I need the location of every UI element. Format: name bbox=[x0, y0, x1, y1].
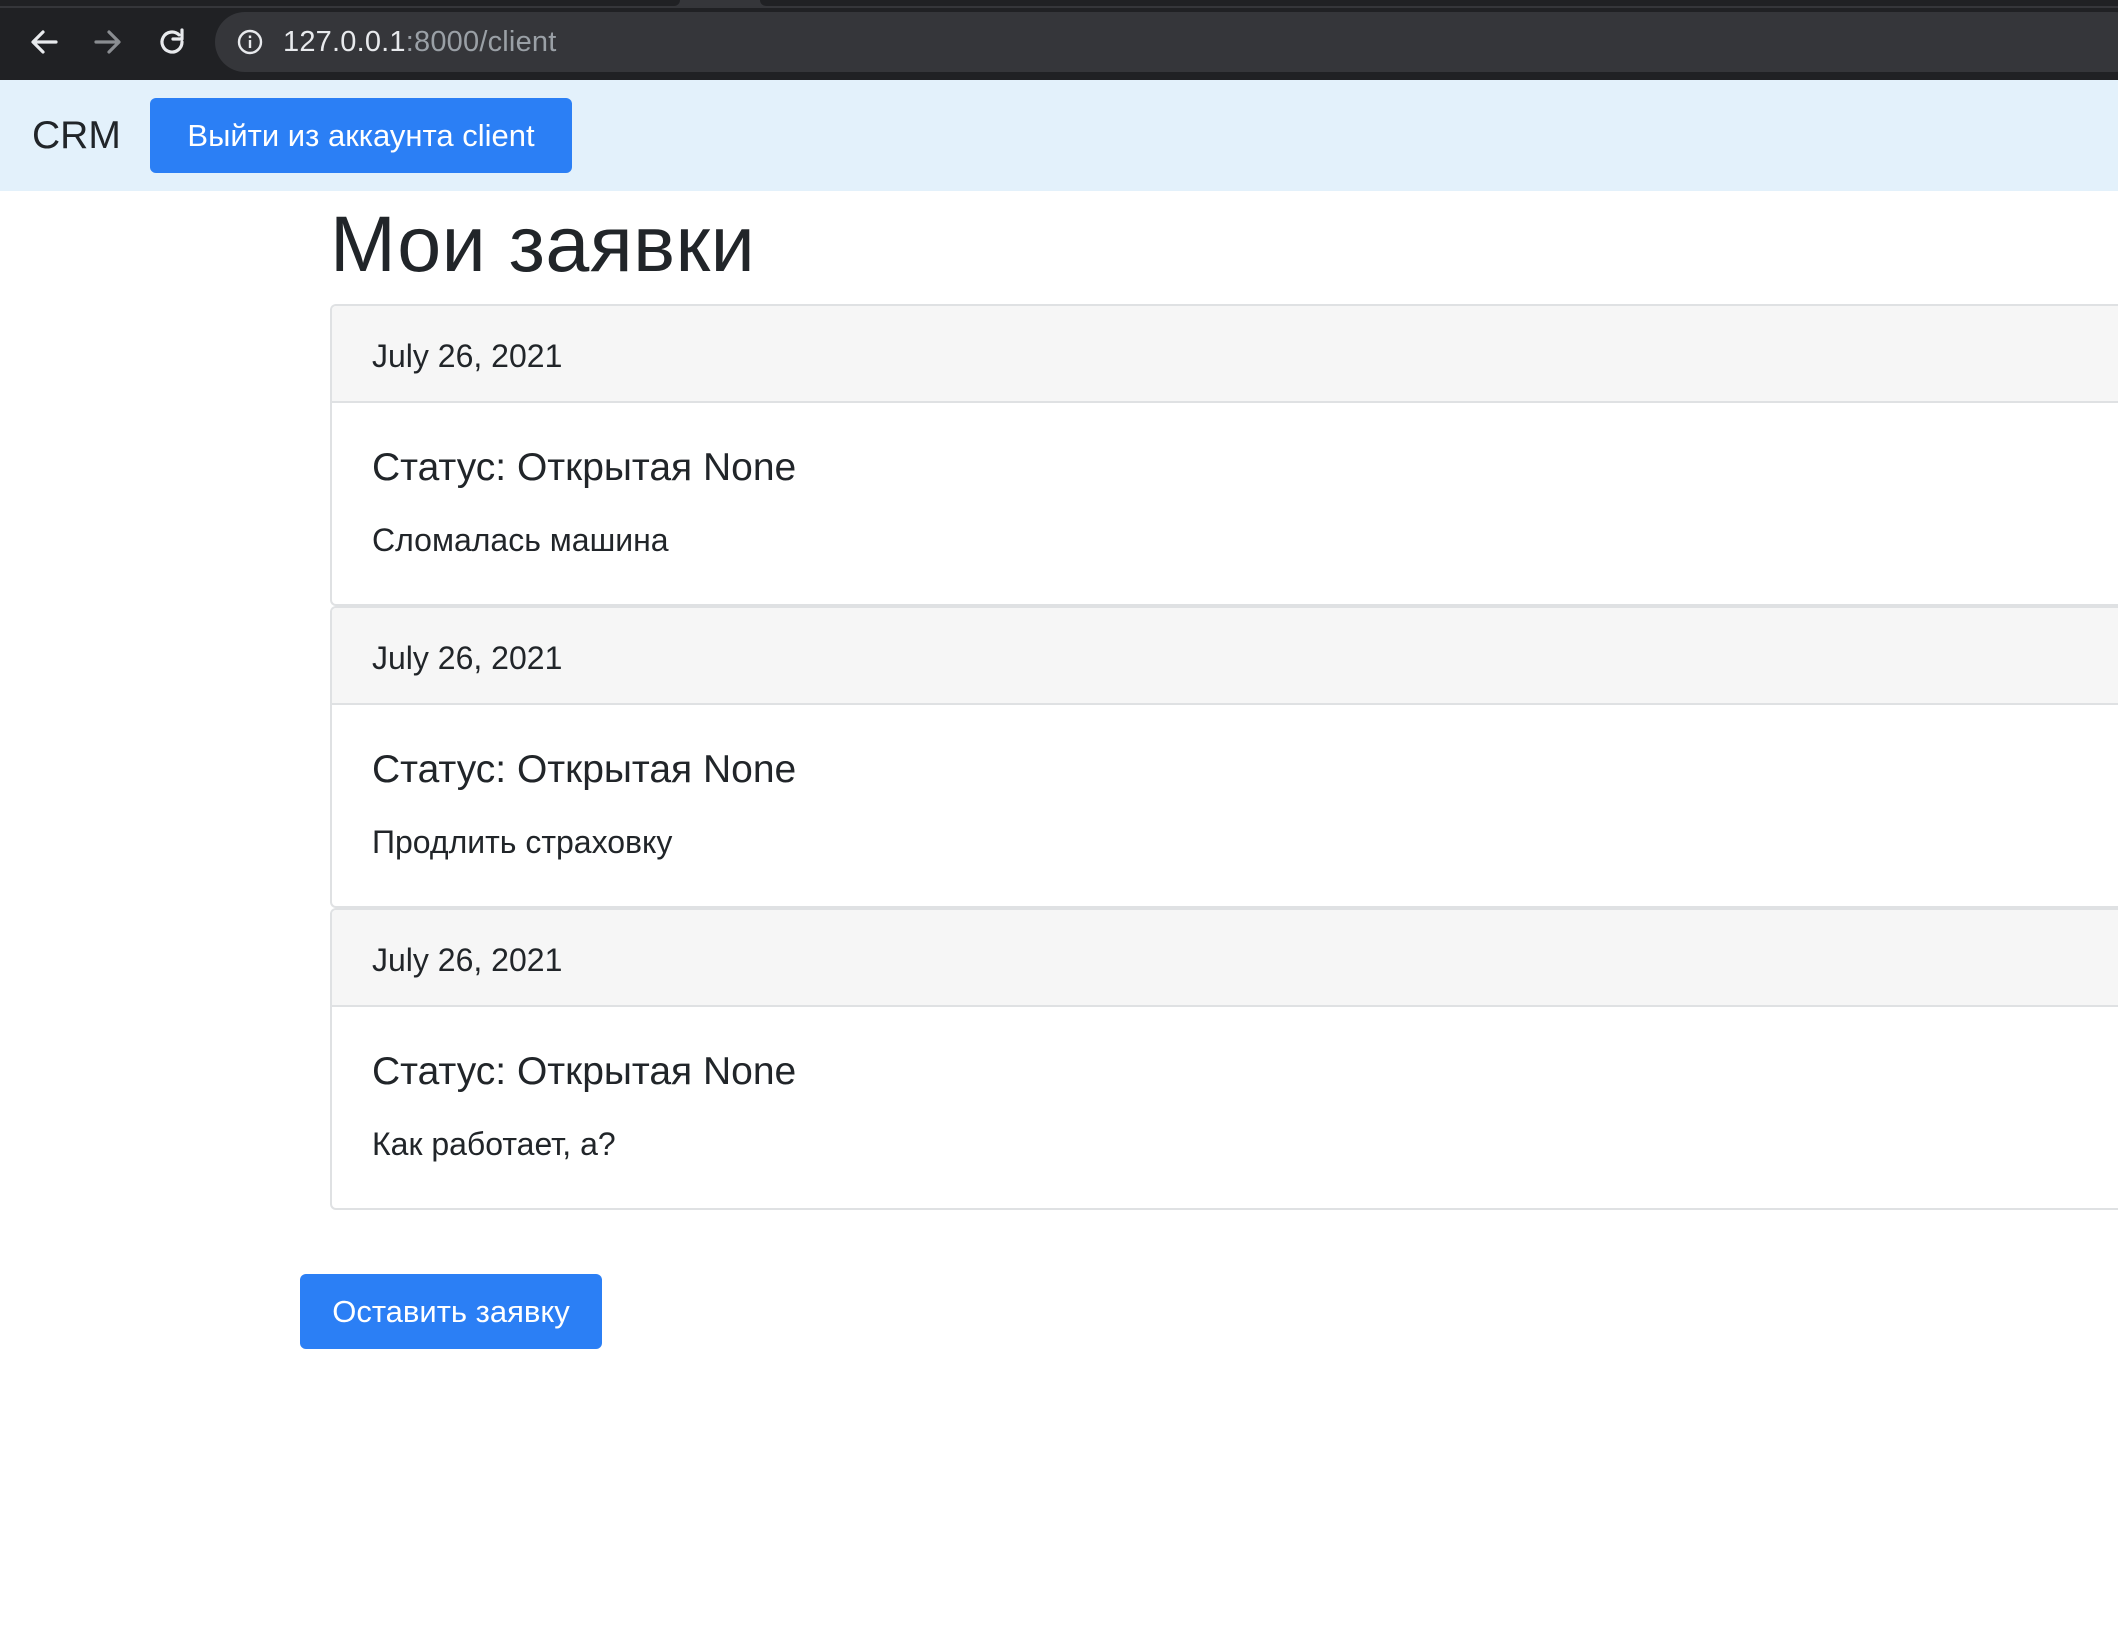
url-path: :8000/client bbox=[405, 26, 557, 58]
card-body: Статус: Открытая None Продлить страховку bbox=[332, 705, 2118, 906]
url-text[interactable]: 127.0.0.1:8000/client bbox=[283, 27, 556, 57]
active-tab-edge bbox=[0, 0, 680, 6]
card-header: July 26, 2021 bbox=[332, 608, 2118, 705]
reload-icon bbox=[160, 28, 184, 54]
request-text: Сломалась машина bbox=[372, 522, 669, 558]
request-status: Статус: Открытая None bbox=[372, 1050, 797, 1093]
request-card: July 26, 2021 Статус: Открытая None Прод… bbox=[330, 606, 2118, 908]
page-title: Мои заявки bbox=[330, 199, 756, 288]
brand-logo[interactable]: CRM bbox=[32, 114, 121, 158]
request-status: Статус: Открытая None bbox=[372, 748, 797, 791]
card-header: July 26, 2021 bbox=[332, 306, 2118, 403]
request-text: Как работает, а? bbox=[372, 1126, 616, 1162]
card-body: Статус: Открытая None Сломалась машина bbox=[332, 403, 2118, 604]
url-host: 127.0.0.1 bbox=[283, 26, 406, 58]
card-body: Статус: Открытая None Как работает, а? bbox=[332, 1007, 2118, 1208]
back-button[interactable] bbox=[24, 22, 64, 62]
browser-toolbar: 127.0.0.1:8000/client bbox=[0, 0, 2118, 80]
info-icon[interactable] bbox=[237, 29, 263, 55]
request-text: Продлить страховку bbox=[372, 824, 673, 860]
arrow-right-icon bbox=[94, 30, 121, 54]
request-card: July 26, 2021 Статус: Открытая None Слом… bbox=[330, 304, 2118, 606]
arrow-left-icon bbox=[31, 30, 58, 54]
inactive-tab-edge bbox=[760, 0, 2118, 6]
reload-button[interactable] bbox=[152, 22, 192, 62]
card-header: July 26, 2021 bbox=[332, 910, 2118, 1007]
app-navbar: CRM Выйти из аккаунта client bbox=[0, 80, 2118, 191]
logout-button[interactable]: Выйти из аккаунта client bbox=[150, 98, 572, 173]
request-date: July 26, 2021 bbox=[372, 640, 563, 676]
forward-button[interactable] bbox=[88, 22, 128, 62]
request-status: Статус: Открытая None bbox=[372, 446, 797, 489]
create-request-button[interactable]: Оставить заявку bbox=[300, 1274, 602, 1349]
request-card: July 26, 2021 Статус: Открытая None Как … bbox=[330, 908, 2118, 1210]
tab-strip bbox=[0, 0, 2118, 8]
request-date: July 26, 2021 bbox=[372, 942, 563, 978]
address-bar[interactable]: 127.0.0.1:8000/client bbox=[215, 12, 2118, 72]
request-date: July 26, 2021 bbox=[372, 338, 563, 374]
